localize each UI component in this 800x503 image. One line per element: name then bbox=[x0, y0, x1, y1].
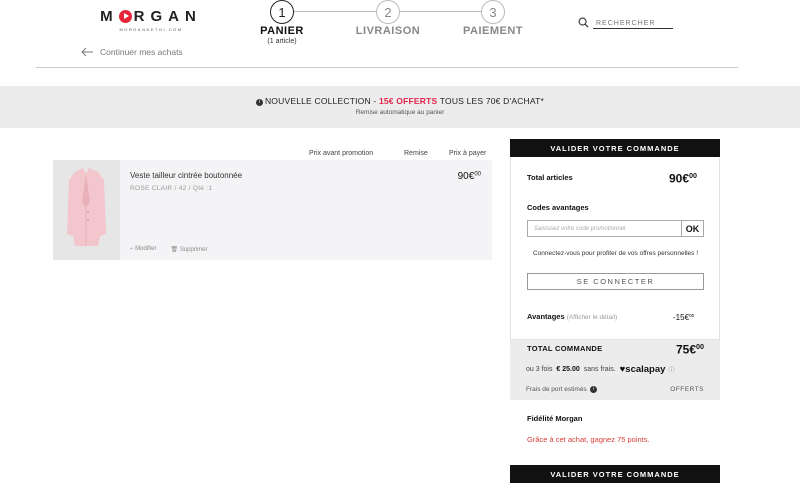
scalapay-prefix: ou 3 fois bbox=[526, 366, 553, 373]
total-articles-main: 90€ bbox=[669, 171, 690, 186]
scalapay-brand: scalapay bbox=[625, 364, 666, 375]
total-articles-cents: 00 bbox=[689, 171, 698, 180]
step-1-label: PANIER bbox=[260, 25, 304, 37]
col-price-to-pay: Prix à payer bbox=[449, 150, 487, 157]
continue-label: Continuer mes achats bbox=[100, 47, 183, 57]
order-total-cents: 00 bbox=[696, 342, 704, 351]
order-total-main: 75€ bbox=[675, 342, 696, 357]
product-price-cents: 00 bbox=[474, 171, 481, 178]
product-price-main: 90€ bbox=[457, 171, 475, 182]
advantages-value-main: -15€ bbox=[673, 313, 690, 322]
total-articles-label: Total articles bbox=[527, 173, 573, 182]
brand-logo[interactable]: M RGAN MORGANDETOI.COM bbox=[95, 8, 207, 32]
search-icon[interactable] bbox=[578, 15, 589, 33]
scalapay-suffix: sans frais. bbox=[583, 366, 616, 373]
order-total-label: TOTAL COMMANDE bbox=[527, 344, 603, 353]
shipping-info-icon[interactable]: i bbox=[590, 386, 598, 393]
delete-label: Supprimer bbox=[179, 247, 208, 253]
shipping-label: Frais de port estimés i bbox=[526, 386, 599, 393]
product-variant: ROSE CLAIR / 42 / Qté :1 bbox=[130, 185, 213, 192]
promo-subtext: Remise automatique au panier bbox=[355, 109, 445, 116]
step-2-circle: 2 bbox=[376, 0, 400, 24]
product-image[interactable] bbox=[53, 160, 120, 260]
item-actions: ⌐ Modifier 🗑 Supprimer bbox=[130, 246, 208, 253]
apply-code-button[interactable]: OK bbox=[681, 220, 704, 237]
logo-play-icon bbox=[118, 10, 132, 23]
search-bar bbox=[578, 15, 673, 33]
step-connector bbox=[294, 11, 376, 12]
promo-code-input[interactable]: Saisissez votre code promotionnel bbox=[527, 220, 682, 237]
scalapay-logo: ♥scalapay bbox=[620, 364, 666, 375]
logo-subtitle: MORGANDETOI.COM bbox=[119, 27, 183, 32]
header-divider bbox=[36, 67, 738, 68]
modify-label: Modifier bbox=[135, 246, 157, 252]
shipping-label-text: Frais de port estimés bbox=[526, 386, 587, 393]
advantages-value-cents: 00 bbox=[689, 314, 695, 320]
promo-highlight: 15€ OFFERTS bbox=[378, 96, 438, 106]
fidelity-title: Fidélité Morgan bbox=[527, 414, 583, 423]
arrow-left-icon bbox=[81, 47, 93, 57]
info-icon[interactable]: ⓘ bbox=[668, 365, 674, 374]
logo-wordmark: M RGAN bbox=[100, 8, 202, 25]
step-connector bbox=[400, 11, 481, 12]
step-1-sublabel: (1 article) bbox=[267, 38, 297, 45]
promo-text-part1: NOUVELLE COLLECTION - bbox=[264, 96, 379, 106]
advantages-label: Avantages bbox=[527, 312, 565, 321]
order-total-box: TOTAL COMMANDE 75€00 ou 3 fois € 25.00 s… bbox=[510, 340, 720, 400]
modify-link[interactable]: ⌐ Modifier bbox=[130, 246, 157, 253]
validate-order-button-top[interactable]: VALIDER VOTRE COMMANDE bbox=[510, 139, 720, 157]
search-input[interactable] bbox=[593, 19, 673, 29]
product-name[interactable]: Veste tailleur cintrée boutonnée bbox=[130, 171, 242, 180]
step-1-circle: 1 bbox=[270, 0, 294, 24]
promo-banner: i NOUVELLE COLLECTION - 15€ OFFERTS TOUS … bbox=[0, 86, 800, 128]
product-price: 90€00 bbox=[458, 171, 481, 182]
promo-codes-label: Codes avantages bbox=[527, 203, 589, 212]
fidelity-points-text: Grâce à cet achat, gagnez 75 points. bbox=[527, 435, 650, 444]
scalapay-offer[interactable]: ou 3 fois € 25.00 sans frais. ♥scalapay … bbox=[526, 364, 674, 375]
advantages-details-link[interactable]: (Afficher le détail) bbox=[567, 314, 617, 321]
cart-item: Veste tailleur cintrée boutonnée ROSE CL… bbox=[53, 160, 492, 260]
order-total-price: 75€00 bbox=[676, 342, 704, 356]
total-articles-price: 90€00 bbox=[669, 171, 697, 185]
validate-order-button-bottom[interactable]: VALIDER VOTRE COMMANDE bbox=[510, 465, 720, 483]
login-prompt: Connectez-vous pour profiter de vos offr… bbox=[533, 250, 698, 257]
promo-text: i NOUVELLE COLLECTION - 15€ OFFERTS TOUS … bbox=[0, 96, 800, 106]
trash-icon: 🗑 bbox=[170, 247, 179, 253]
scalapay-amount: € 25.00 bbox=[556, 366, 580, 373]
info-icon: i bbox=[255, 99, 263, 106]
step-2-label: LIVRAISON bbox=[355, 25, 421, 37]
promo-text-part2: TOUS LES 70€ D'ACHAT* bbox=[437, 96, 545, 106]
advantages-value: -15€00 bbox=[673, 313, 694, 322]
delete-link[interactable]: 🗑 Supprimer bbox=[171, 246, 208, 253]
step-3-circle: 3 bbox=[481, 0, 505, 24]
shipping-value: OFFERTS bbox=[670, 386, 704, 393]
connect-button[interactable]: SE CONNECTER bbox=[527, 273, 704, 290]
continue-shopping-link[interactable]: Continuer mes achats bbox=[81, 47, 183, 57]
advantages-row: Avantages (Afficher le détail) bbox=[527, 312, 617, 321]
col-discount: Remise bbox=[404, 150, 428, 157]
col-price-before: Prix avant promotion bbox=[309, 150, 374, 157]
step-3-label: PAIEMENT bbox=[462, 25, 524, 37]
